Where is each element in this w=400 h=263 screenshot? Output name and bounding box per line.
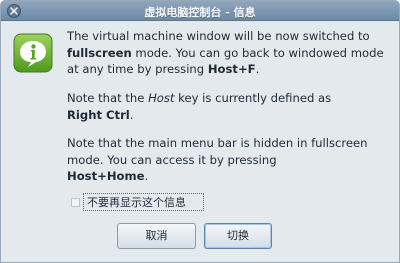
dialog-content: The virtual machine window will be now s…: [1, 22, 399, 262]
info-icon: [13, 33, 53, 73]
cancel-button[interactable]: 取消: [117, 223, 196, 249]
message-text: .: [255, 62, 260, 76]
message-text: Note that the main menu bar is hidden in…: [67, 136, 368, 167]
hotkey-text: Host+F: [207, 62, 256, 76]
message-paragraph-3: Note that the main menu bar is hidden in…: [67, 135, 387, 185]
message-text: key is currently defined as: [174, 91, 332, 105]
switch-button[interactable]: 切换: [204, 223, 272, 249]
message-emphasis: Host: [148, 91, 175, 105]
message-text: .: [144, 169, 149, 183]
dont-show-again-checkbox[interactable]: 不要再显示这个信息: [67, 193, 207, 211]
window-title: 虚拟电脑控制台 - 信息: [144, 6, 256, 19]
hotkey-text: Right Ctrl: [67, 107, 130, 122]
message-emphasis: fullscreen: [67, 45, 132, 60]
message-text: The virtual machine window will be now s…: [67, 29, 370, 43]
message-paragraph-1: The virtual machine window will be now s…: [67, 28, 387, 78]
message-text: .: [129, 107, 134, 122]
hotkey-text: Host+Home: [67, 169, 145, 183]
checkbox-box[interactable]: [71, 198, 80, 207]
dialog-window: 虚拟电脑控制台 - 信息 The virtual machine window …: [0, 0, 400, 263]
title-bar[interactable]: 虚拟电脑控制台 - 信息: [1, 1, 399, 21]
message-paragraph-2: Note that the Host key is currently defi…: [67, 90, 387, 123]
checkbox-label[interactable]: 不要再显示这个信息: [87, 194, 186, 210]
message-text: Note that the: [67, 91, 149, 105]
